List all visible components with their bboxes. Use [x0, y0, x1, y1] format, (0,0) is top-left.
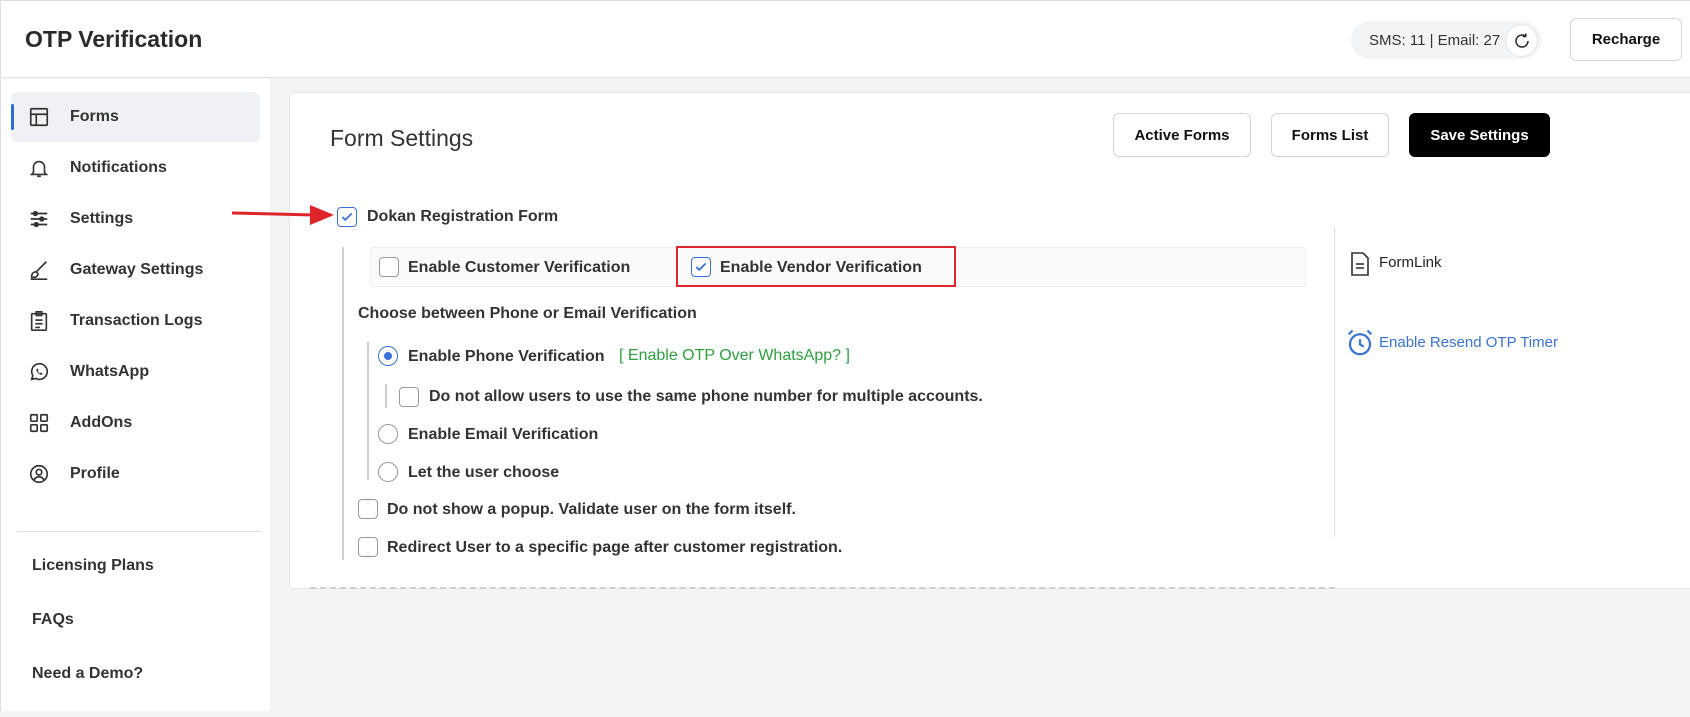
- sidebar: Forms Notifications Settings Gateway Set…: [0, 79, 270, 711]
- no-popup-label: Do not show a popup. Validate user on th…: [387, 501, 796, 518]
- user-choose-label: Let the user choose: [408, 464, 560, 481]
- sidebar-item-label: Transaction Logs: [70, 312, 203, 329]
- recharge-button[interactable]: Recharge: [1570, 18, 1682, 61]
- sidebar-item-gateway-settings[interactable]: Gateway Settings: [11, 245, 260, 295]
- highlight-box: [676, 246, 956, 287]
- dokan-form-checkbox[interactable]: [337, 207, 357, 227]
- refresh-button[interactable]: [1505, 24, 1538, 57]
- arrow-icon: [231, 205, 334, 225]
- sidebar-item-label: WhatsApp: [70, 363, 150, 380]
- bell-icon: [27, 156, 51, 180]
- customer-verification-label: Enable Customer Verification: [408, 259, 631, 276]
- phone-verification-label: Enable Phone Verification: [408, 348, 605, 365]
- brush-icon: [27, 258, 51, 282]
- sliders-icon: [27, 207, 51, 231]
- sidebar-item-notifications[interactable]: Notifications: [11, 143, 260, 193]
- app-title: OTP Verification: [25, 26, 203, 52]
- save-settings-button[interactable]: Save Settings: [1409, 113, 1550, 157]
- grid-icon: [27, 411, 51, 435]
- customer-verification-checkbox[interactable]: [379, 257, 399, 277]
- page-title: Form Settings: [330, 125, 474, 151]
- whatsapp-icon: [27, 360, 51, 384]
- formlink-link[interactable]: FormLink: [1379, 254, 1442, 271]
- document-icon: [1351, 252, 1369, 276]
- section-divider: [310, 587, 1335, 589]
- refresh-icon: [1514, 33, 1529, 48]
- sidebar-item-label: Profile: [70, 465, 120, 482]
- redirect-checkbox[interactable]: [358, 537, 378, 557]
- email-verification-radio[interactable]: [378, 424, 398, 444]
- redirect-label: Redirect User to a specific page after c…: [387, 539, 843, 556]
- sidebar-item-addons[interactable]: AddOns: [11, 398, 260, 448]
- sidebar-item-label: Notifications: [70, 159, 167, 176]
- top-bar: OTP Verification SMS: 11 | Email: 27 Rec…: [0, 0, 1690, 78]
- user-circle-icon: [27, 462, 51, 486]
- sidebar-item-profile[interactable]: Profile: [11, 449, 260, 499]
- choose-verification-label: Choose between Phone or Email Verificati…: [358, 305, 697, 322]
- user-choose-radio[interactable]: [378, 462, 398, 482]
- sidebar-item-transaction-logs[interactable]: Transaction Logs: [11, 296, 260, 346]
- same-phone-label: Do not allow users to use the same phone…: [429, 388, 983, 405]
- phone-verification-radio[interactable]: [378, 346, 398, 366]
- sidebar-item-label: AddOns: [70, 414, 133, 431]
- email-verification-label: Enable Email Verification: [408, 426, 599, 443]
- sidebar-item-label: Forms: [70, 108, 119, 125]
- tree-line: [385, 384, 387, 408]
- tree-line: [342, 247, 344, 560]
- active-forms-button[interactable]: Active Forms: [1113, 113, 1251, 157]
- sidebar-item-whatsapp[interactable]: WhatsApp: [11, 347, 260, 397]
- sidebar-item-label: Settings: [70, 210, 134, 227]
- tree-line: [367, 342, 369, 480]
- dokan-form-label: Dokan Registration Form: [367, 208, 559, 225]
- alarm-clock-icon: [1347, 329, 1373, 356]
- sidebar-item-forms[interactable]: Forms: [11, 92, 260, 142]
- check-icon: [341, 212, 353, 222]
- column-divider: [1334, 227, 1335, 537]
- whatsapp-otp-link[interactable]: [ Enable OTP Over WhatsApp? ]: [619, 347, 850, 365]
- forms-list-button[interactable]: Forms List: [1271, 113, 1389, 157]
- resend-otp-timer-link[interactable]: Enable Resend OTP Timer: [1379, 334, 1558, 351]
- sidebar-item-settings[interactable]: Settings: [11, 194, 260, 244]
- no-popup-checkbox[interactable]: [358, 499, 378, 519]
- sidebar-item-label: Gateway Settings: [70, 261, 204, 278]
- need-a-demo-link[interactable]: Need a Demo?: [32, 665, 143, 683]
- layout-icon: [27, 105, 51, 129]
- same-phone-checkbox[interactable]: [399, 387, 419, 407]
- clipboard-icon: [27, 309, 51, 333]
- faqs-link[interactable]: FAQs: [32, 611, 74, 629]
- licensing-plans-link[interactable]: Licensing Plans: [32, 557, 154, 575]
- sidebar-divider: [17, 531, 260, 532]
